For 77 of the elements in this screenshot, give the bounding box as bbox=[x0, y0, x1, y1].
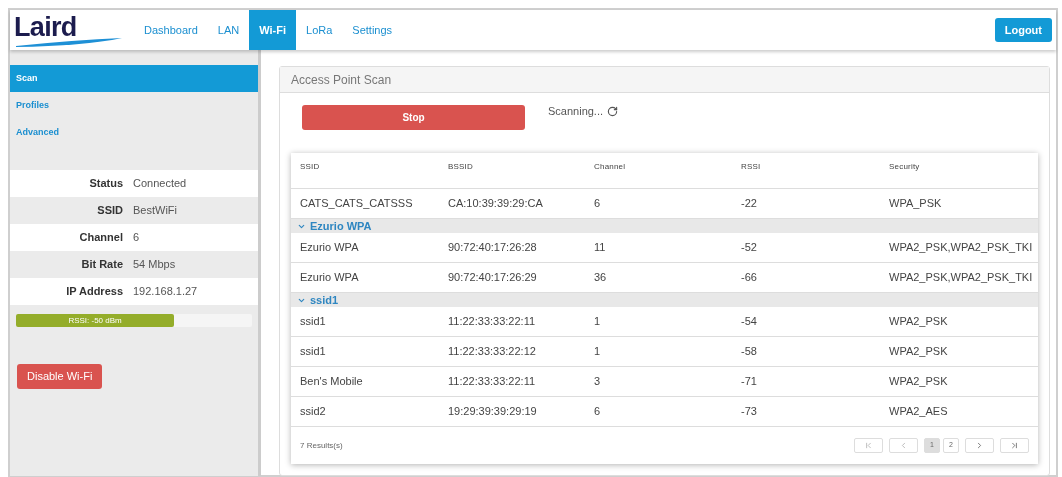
group-label: ssid1 bbox=[310, 292, 339, 308]
info-label: Bit Rate bbox=[80, 257, 124, 273]
table-cell-text: WPA2_PSK bbox=[889, 374, 949, 390]
table-cell-text: ssid1 bbox=[300, 344, 327, 360]
nav-tab[interactable]: LAN bbox=[207, 10, 250, 50]
table-cell-text: 11:22:33:33:22:11 bbox=[448, 314, 537, 330]
previous-page-icon bbox=[899, 441, 908, 450]
sidebar-item[interactable]: Profiles bbox=[10, 92, 258, 119]
table-cell-text: 19:29:39:39:29:19 bbox=[448, 404, 538, 420]
table-cell-text: Ezurio WPA bbox=[300, 240, 360, 256]
disable-wifi-button[interactable]: Disable Wi-Fi bbox=[17, 363, 103, 389]
sidebar-item[interactable]: Advanced bbox=[10, 119, 258, 146]
table-cell-text: -73 bbox=[741, 404, 758, 420]
info-value: 192.168.1.27 bbox=[133, 284, 198, 300]
table-cell-text: WPA2_PSK bbox=[889, 344, 949, 360]
table-cell-text: -52 bbox=[741, 240, 758, 256]
table-cell-text: -22 bbox=[741, 196, 758, 212]
table-cell-text: 1 bbox=[594, 344, 602, 360]
info-label: Channel bbox=[78, 230, 124, 246]
column-header[interactable]: SSID bbox=[300, 161, 448, 173]
first-page-icon bbox=[864, 441, 873, 450]
column-header[interactable]: BSSID bbox=[448, 161, 594, 173]
info-label: Status bbox=[88, 176, 124, 192]
table-cell-text: ssid2 bbox=[300, 404, 327, 420]
previous-page-button[interactable] bbox=[889, 438, 918, 453]
panel-title: Access Point Scan bbox=[291, 71, 392, 89]
group-row[interactable]: ssid1 bbox=[291, 293, 1038, 307]
last-page-button[interactable] bbox=[1000, 438, 1029, 453]
group-row[interactable]: Ezurio WPA bbox=[291, 219, 1038, 233]
logo: Laird bbox=[14, 12, 77, 42]
nav-tab[interactable]: Wi-Fi bbox=[249, 10, 296, 50]
table-cell-text: -71 bbox=[741, 374, 758, 390]
table-cell-text: -58 bbox=[741, 344, 758, 360]
last-page-icon bbox=[1010, 441, 1019, 450]
next-page-button[interactable] bbox=[965, 438, 994, 453]
table-cell-text: CATS_CATS_CATSSS bbox=[300, 196, 414, 212]
results-count: 7 Results(s) bbox=[300, 439, 343, 452]
info-value: Connected bbox=[133, 176, 187, 192]
scanning-status: Scanning... bbox=[548, 104, 604, 119]
info-label: SSID bbox=[96, 203, 124, 219]
rssi-reading: RSSI: -50 dBm bbox=[68, 316, 122, 325]
nav-tab[interactable]: Settings bbox=[342, 10, 403, 50]
info-label: IP Address bbox=[65, 284, 124, 300]
sidebar-item[interactable]: Scan bbox=[10, 65, 258, 92]
table-cell-text: CA:10:39:39:29:CA bbox=[448, 196, 544, 212]
refresh-icon bbox=[607, 105, 619, 117]
nav-tab[interactable]: Dashboard bbox=[134, 10, 208, 50]
column-header[interactable]: Channel bbox=[594, 161, 741, 173]
table-cell-text: 3 bbox=[594, 374, 602, 390]
table-cell-text: 90:72:40:17:26:28 bbox=[448, 240, 538, 256]
table-cell-text: ssid1 bbox=[300, 314, 327, 330]
table-cell-text: 11:22:33:33:22:11 bbox=[448, 374, 537, 390]
table-cell-text: 11:22:33:33:22:12 bbox=[448, 344, 537, 360]
table-cell-text: 90:72:40:17:26:29 bbox=[448, 270, 538, 286]
column-header[interactable]: Security bbox=[889, 161, 1029, 173]
first-page-button[interactable] bbox=[854, 438, 883, 453]
info-value: 6 bbox=[133, 230, 140, 246]
logout-button[interactable]: Logout bbox=[994, 18, 1052, 42]
table-cell-text: WPA2_PSK bbox=[889, 314, 949, 330]
next-page-icon bbox=[975, 441, 984, 450]
table-cell-text: 6 bbox=[594, 404, 602, 420]
info-value: BestWiFi bbox=[133, 203, 177, 219]
table-cell-text: 11 bbox=[594, 240, 607, 256]
table-cell-text: -54 bbox=[741, 314, 758, 330]
column-header[interactable]: RSSI bbox=[741, 161, 889, 173]
table-cell-text: 6 bbox=[594, 196, 602, 212]
table-cell-text: 36 bbox=[594, 270, 608, 286]
table-cell-text: WPA_PSK bbox=[889, 196, 943, 212]
table-cell-text: Ben's Mobile bbox=[300, 374, 364, 390]
group-label: Ezurio WPA bbox=[310, 218, 372, 234]
info-value: 54 Mbps bbox=[133, 257, 176, 273]
stop-button[interactable]: Stop bbox=[302, 105, 525, 130]
table-cell-text: 1 bbox=[594, 314, 602, 330]
table-cell-text: WPA2_AES bbox=[889, 404, 949, 420]
table-cell-text: -66 bbox=[741, 270, 758, 286]
table-cell-text: Ezurio WPA bbox=[300, 270, 360, 286]
nav-tab[interactable]: LoRa bbox=[296, 10, 343, 50]
